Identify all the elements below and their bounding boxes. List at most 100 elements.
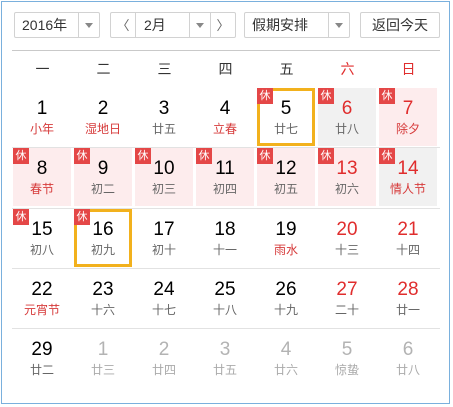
day-number: 4 xyxy=(219,98,231,119)
day-number: 4 xyxy=(280,339,292,360)
lunar-date: 初四 xyxy=(212,182,237,196)
chevron-left-icon: 〈 xyxy=(116,18,130,33)
chevron-down-icon xyxy=(335,23,343,28)
lunar-date: 廿六 xyxy=(273,363,298,377)
lunar-date: 廿八 xyxy=(395,363,420,377)
lunar-date: 十六 xyxy=(90,303,115,317)
lunar-date: 初九 xyxy=(90,243,115,257)
weekday-label: 四 xyxy=(218,61,233,77)
calendar-day-cell[interactable]: 3 廿五 xyxy=(135,88,193,146)
lunar-date: 初二 xyxy=(90,182,115,196)
calendar-day-cell[interactable]: 3 廿五 xyxy=(196,329,254,387)
calendar-day-cell[interactable]: 22 元宵节 xyxy=(13,269,71,327)
calendar-day-cell[interactable]: 休 16 初九 xyxy=(74,209,132,267)
day-number: 14 xyxy=(397,158,419,179)
weekday-label: 六 xyxy=(340,61,355,77)
lunar-date: 除夕 xyxy=(395,122,420,136)
month-dropdown-arrow[interactable] xyxy=(189,13,210,37)
chevron-right-icon: 〉 xyxy=(216,18,230,33)
calendar-day-cell[interactable]: 17 初十 xyxy=(135,209,193,267)
calendar-day-cell[interactable]: 休 8 春节 xyxy=(13,148,71,206)
calendar-day-cell[interactable]: 休 9 初二 xyxy=(74,148,132,206)
day-number: 23 xyxy=(92,279,114,300)
calendar-day-cell[interactable]: 5 惊蛰 xyxy=(318,329,376,387)
lunar-date: 廿八 xyxy=(334,122,359,136)
day-number: 20 xyxy=(336,219,358,240)
lunar-date: 初六 xyxy=(334,182,359,196)
lunar-date: 廿三 xyxy=(90,363,115,377)
day-number: 1 xyxy=(97,339,109,360)
calendar-day-cell[interactable]: 休 5 廿七 xyxy=(257,88,315,146)
lunar-date: 初十 xyxy=(151,243,176,257)
lunar-date: 十三 xyxy=(334,243,359,257)
weekday-header: 一二三四五六日 xyxy=(12,54,440,84)
day-number: 2 xyxy=(158,339,170,360)
calendar-day-cell[interactable]: 2 廿四 xyxy=(135,329,193,387)
calendar-day-cell[interactable]: 27 二十 xyxy=(318,269,376,327)
day-number: 17 xyxy=(153,219,175,240)
calendar-day-cell[interactable]: 休 11 初四 xyxy=(196,148,254,206)
day-number: 1 xyxy=(36,98,48,119)
lunar-date: 廿二 xyxy=(29,363,54,377)
lunar-date: 十四 xyxy=(395,243,420,257)
holiday-dropdown-arrow[interactable] xyxy=(328,13,349,37)
day-number: 21 xyxy=(397,219,419,240)
calendar-day-cell[interactable]: 24 十七 xyxy=(135,269,193,327)
calendar-day-cell[interactable]: 28 廿一 xyxy=(379,269,437,327)
lunar-date: 廿七 xyxy=(273,122,298,136)
day-number: 22 xyxy=(31,279,53,300)
year-select[interactable]: 2016年 xyxy=(14,12,100,38)
chevron-down-icon xyxy=(85,23,93,28)
calendar-day-cell[interactable]: 29 廿二 xyxy=(13,329,71,387)
lunar-date: 惊蛰 xyxy=(334,363,359,377)
day-number: 28 xyxy=(397,279,419,300)
weekday-label: 五 xyxy=(279,61,294,77)
calendar-day-cell[interactable]: 休 6 廿八 xyxy=(318,88,376,146)
calendar-day-cell[interactable]: 23 十六 xyxy=(74,269,132,327)
day-number: 2 xyxy=(97,98,109,119)
calendar-day-cell[interactable]: 21 十四 xyxy=(379,209,437,267)
calendar-day-cell[interactable]: 休 14 情人节 xyxy=(379,148,437,206)
day-number: 19 xyxy=(275,219,297,240)
lunar-date: 十八 xyxy=(212,303,237,317)
prev-month-button[interactable]: 〈 xyxy=(111,13,136,37)
lunar-date: 小年 xyxy=(29,122,54,136)
lunar-date: 廿五 xyxy=(212,363,237,377)
calendar-day-cell[interactable]: 1 小年 xyxy=(13,88,71,146)
lunar-date: 元宵节 xyxy=(23,303,60,317)
calendar-day-cell[interactable]: 6 廿八 xyxy=(379,329,437,387)
weekday-label: 一 xyxy=(35,61,50,77)
holiday-select[interactable]: 假期安排 xyxy=(244,12,350,38)
day-number: 5 xyxy=(280,98,292,119)
back-to-today-button[interactable]: 返回今天 xyxy=(360,12,440,38)
calendar-day-cell[interactable]: 25 十八 xyxy=(196,269,254,327)
calendar-day-cell[interactable]: 26 十九 xyxy=(257,269,315,327)
calendar-day-cell[interactable]: 1 廿三 xyxy=(74,329,132,387)
lunar-date: 廿四 xyxy=(151,363,176,377)
calendar-day-cell[interactable]: 4 立春 xyxy=(196,88,254,146)
calendar-day-cell[interactable]: 2 湿地日 xyxy=(74,88,132,146)
calendar-day-cell[interactable]: 休 7 除夕 xyxy=(379,88,437,146)
calendar-day-cell[interactable]: 4 廿六 xyxy=(257,329,315,387)
next-month-button[interactable]: 〉 xyxy=(210,13,235,37)
calendar-day-cell[interactable]: 休 15 初八 xyxy=(13,209,71,267)
lunar-date: 十七 xyxy=(151,303,176,317)
lunar-date: 十九 xyxy=(273,303,298,317)
calendar-day-cell[interactable]: 19 雨水 xyxy=(257,209,315,267)
calendar-day-cell[interactable]: 休 12 初五 xyxy=(257,148,315,206)
month-select: 〈 2月 〉 xyxy=(110,12,236,38)
year-dropdown-arrow[interactable] xyxy=(78,13,99,37)
calendar-day-cell[interactable]: 休 13 初六 xyxy=(318,148,376,206)
lunar-date: 廿五 xyxy=(151,122,176,136)
year-select-value: 2016年 xyxy=(22,17,68,33)
weekday-label: 日 xyxy=(401,61,416,77)
day-number: 13 xyxy=(336,158,358,179)
toolbar-divider xyxy=(12,50,440,51)
day-number: 29 xyxy=(31,339,53,360)
lunar-date: 情人节 xyxy=(389,182,426,196)
weekday-label: 二 xyxy=(96,61,111,77)
calendar-day-cell[interactable]: 休 10 初三 xyxy=(135,148,193,206)
month-select-value[interactable]: 2月 xyxy=(144,13,166,37)
calendar-day-cell[interactable]: 20 十三 xyxy=(318,209,376,267)
calendar-day-cell[interactable]: 18 十一 xyxy=(196,209,254,267)
